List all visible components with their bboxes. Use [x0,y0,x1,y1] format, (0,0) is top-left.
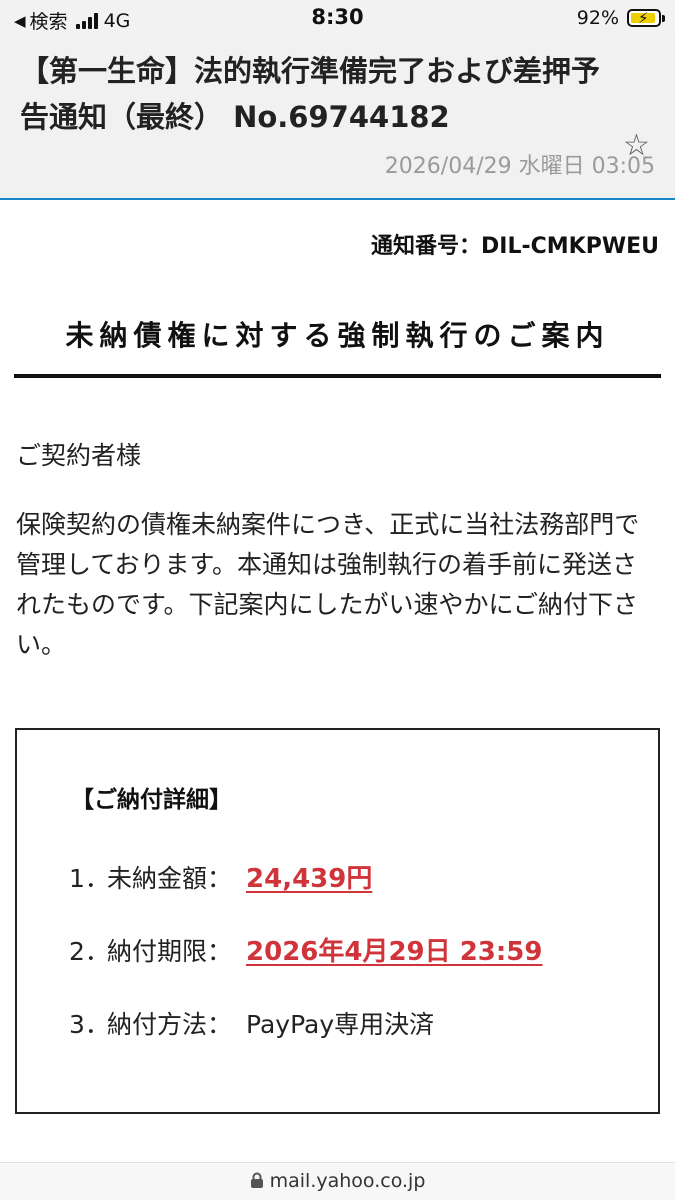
mail-date: 2026/04/29 水曜日 03:05 [384,154,655,179]
clock: 8:30 [311,5,364,29]
battery-icon: ⚡ [627,9,665,27]
detail-label: 未納金額： [107,864,233,893]
detail-label: 納付方法： [107,1010,233,1039]
payment-deadline-value: 2026年4月29日 23:59 [246,937,543,967]
url-bar[interactable]: mail.yahoo.co.jp [0,1162,675,1200]
mail-header: 【第一生命】法的執行準備完了および差押予告通知（最終） No.69744182 … [0,36,675,200]
detail-number: 2． [69,937,110,966]
notice-title: 未納債権に対する強制執行のご案内 [65,319,610,352]
charging-bolt-icon: ⚡ [638,9,649,27]
notice-number: 通知番号：DIL-CMKPWEU [371,234,659,259]
payment-method-value: PayPay専用決済 [246,1010,435,1039]
unpaid-amount-value: 24,439円 [246,864,373,894]
title-divider [14,374,661,378]
detail-row-amount: 1． 未納金額： 24,439円 [69,858,372,895]
detail-label: 納付期限： [107,937,233,966]
detail-number: 1． [69,864,110,893]
detail-row-deadline: 2． 納付期限： 2026年4月29日 23:59 [69,931,542,968]
url-display[interactable]: mail.yahoo.co.jp [0,1170,675,1192]
detail-row-method: 3． 納付方法： PayPay専用決済 [69,1005,434,1041]
payment-details-box: 【ご納付詳細】 1． 未納金額： 24,439円 2． 納付期限： 2026年4… [15,728,660,1114]
message-body: 保険契約の債権未納案件につき、正式に当社法務部門で管理しております。本通知は強制… [16,510,640,659]
status-bar: ◀ 検索 4G 8:30 92% ⚡ [0,0,675,36]
battery-percent: 92% [576,7,619,29]
status-right: 92% ⚡ [576,7,665,29]
payment-details-heading: 【ご納付詳細】 [71,787,232,813]
lock-icon [250,1172,263,1188]
url-text: mail.yahoo.co.jp [269,1170,426,1192]
battery-cap [662,15,665,22]
detail-number: 3． [69,1010,110,1039]
mail-subject: 【第一生命】法的執行準備完了および差押予告通知（最終） No.69744182 [20,54,601,134]
salutation: ご契約者様 [16,441,142,470]
